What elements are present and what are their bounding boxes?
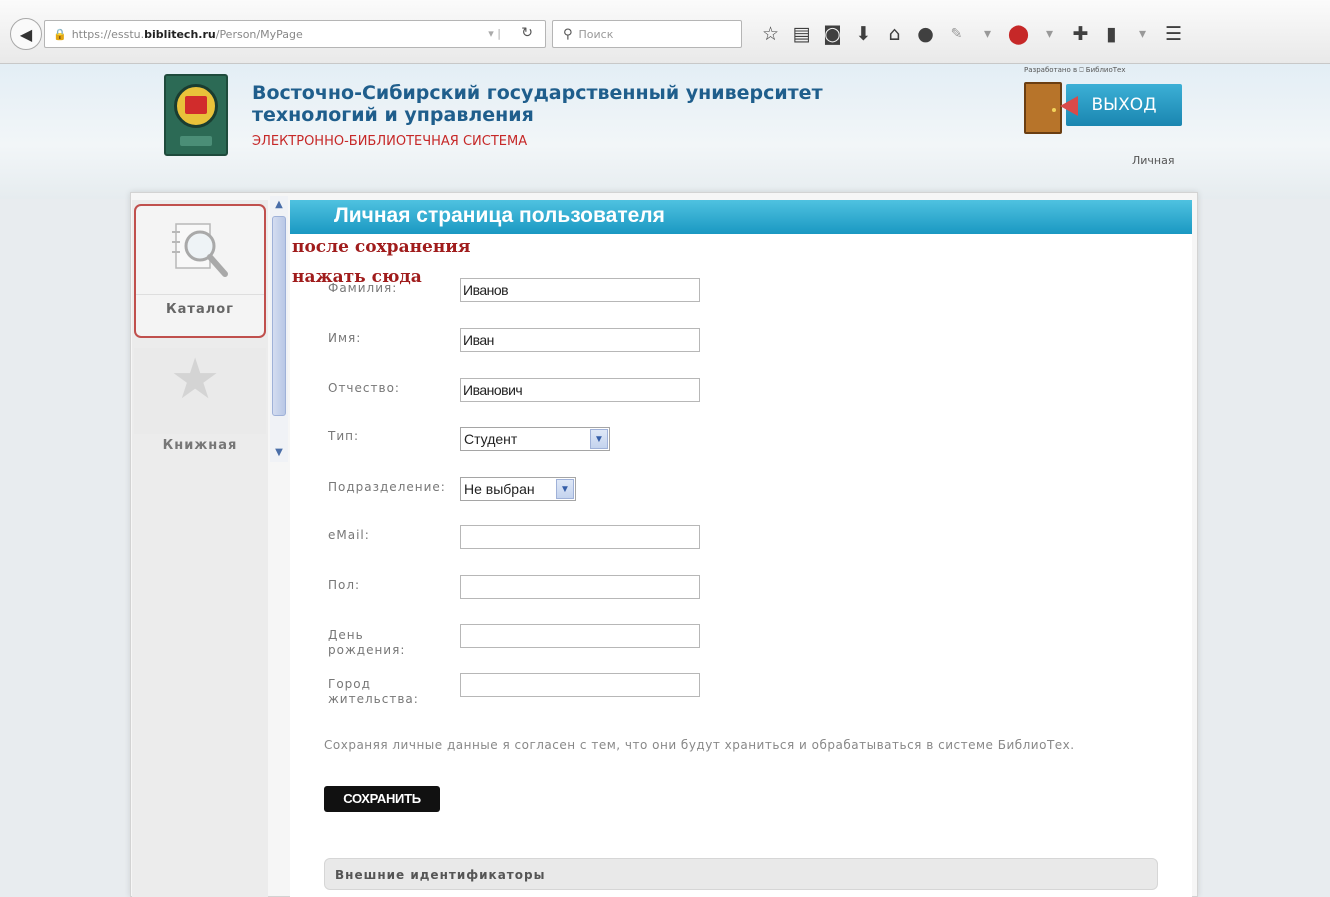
- exit-arrow-icon: [1060, 96, 1078, 116]
- personal-link[interactable]: Личная: [1132, 154, 1174, 167]
- bookmark-star-icon[interactable]: ☆: [755, 23, 786, 45]
- url-host: biblitech.ru: [144, 27, 216, 41]
- url-prefix: https://esstu.: [71, 27, 145, 41]
- sidebar-scrollbar[interactable]: ▲ ▼: [270, 196, 288, 462]
- scroll-down-icon[interactable]: ▼: [272, 446, 286, 460]
- department-select-value: Не выбран: [464, 481, 535, 497]
- note-line-1: после сохранения: [292, 237, 471, 257]
- catalog-search-icon: [172, 223, 228, 277]
- reload-icon[interactable]: ↻: [521, 25, 533, 41]
- city-label: Город жительства:: [328, 677, 419, 707]
- instruction-note: после сохранения нажать сюда: [292, 232, 470, 292]
- adblock-dropdown-icon[interactable]: ▾: [1034, 26, 1065, 42]
- back-arrow-icon: ◀: [19, 24, 33, 44]
- sidebar-item-catalog[interactable]: Каталог: [134, 204, 266, 338]
- adblock-icon[interactable]: ⬤: [1003, 23, 1034, 45]
- extension-icon[interactable]: ✎: [941, 26, 972, 42]
- door-icon: [1024, 82, 1062, 134]
- url-bar[interactable]: 🔒 https://esstu. biblitech.ru/Person/MyPa…: [44, 20, 546, 48]
- extension-dropdown-icon[interactable]: ▾: [972, 26, 1003, 42]
- download-icon[interactable]: ⬇: [848, 23, 879, 45]
- email-field[interactable]: [460, 525, 700, 549]
- pocket-icon[interactable]: ◙: [817, 23, 848, 45]
- browser-toolbar: ◀ 🔒 https://esstu. biblitech.ru/Person/My…: [0, 0, 1330, 64]
- system-name: ЭЛЕКТРОННО-БИБЛИОТЕЧНАЯ СИСТЕМА: [252, 134, 528, 149]
- external-ids-panel[interactable]: Внешние идентификаторы: [324, 858, 1158, 890]
- trash-dropdown-icon[interactable]: ▾: [1127, 26, 1158, 42]
- type-label: Тип:: [328, 429, 360, 443]
- search-placeholder: Поиск: [578, 27, 614, 41]
- type-select-value: Студент: [464, 431, 518, 447]
- city-field[interactable]: [460, 673, 700, 697]
- university-name: Восточно-Сибирский государственный униве…: [252, 82, 823, 126]
- department-label: Подразделение:: [328, 480, 446, 494]
- puzzle-icon[interactable]: ✚: [1065, 23, 1096, 45]
- toolbar-icons: ☆ ▤ ◙ ⬇ ⌂ ● ✎ ▾ ⬤ ▾ ✚ ▮ ▾ ☰: [755, 20, 1189, 48]
- birthday-label-line-1: День: [328, 628, 364, 642]
- url-dropdown-icon[interactable]: ▾ |: [488, 27, 501, 40]
- city-label-line-1: Город: [328, 677, 371, 691]
- home-icon[interactable]: ⌂: [879, 23, 910, 45]
- birthday-label: День рождения:: [328, 628, 405, 658]
- chat-icon[interactable]: ●: [910, 23, 941, 45]
- scroll-thumb[interactable]: [272, 216, 286, 416]
- exit-button[interactable]: ВЫХОД: [1024, 82, 1182, 134]
- exit-label: ВЫХОД: [1066, 84, 1182, 126]
- consent-text: Сохраняя личные данные я согласен с тем,…: [324, 738, 1075, 752]
- patronymic-field[interactable]: Иванович: [460, 378, 700, 402]
- note-line-2: нажать сюда: [292, 267, 422, 287]
- chevron-down-icon: ▼: [556, 479, 574, 499]
- back-button[interactable]: ◀: [10, 18, 42, 50]
- scroll-up-icon[interactable]: ▲: [272, 198, 286, 212]
- sidebar-item-favorites[interactable]: ★: [134, 348, 266, 434]
- city-label-line-2: жительства:: [328, 692, 419, 706]
- page-title: Личная страница пользователя: [290, 200, 1192, 234]
- lock-icon: 🔒: [53, 27, 67, 41]
- name-label: Имя:: [328, 331, 362, 345]
- type-select[interactable]: Студент ▼: [460, 427, 610, 451]
- patronymic-label: Отчество:: [328, 381, 400, 395]
- menu-icon[interactable]: ☰: [1158, 23, 1189, 45]
- gender-label: Пол:: [328, 578, 361, 592]
- sidebar-item-label: Каталог: [166, 302, 234, 317]
- email-label: eMail:: [328, 528, 370, 542]
- name-field[interactable]: Иван: [460, 328, 700, 352]
- birthday-label-line-2: рождения:: [328, 643, 406, 657]
- chevron-down-icon: ▼: [590, 429, 608, 449]
- department-select[interactable]: Не выбран ▼: [460, 477, 576, 501]
- bookmarks-list-icon[interactable]: ▤: [786, 23, 817, 45]
- developer-credit: Разработано в ⎕ БиблиоТех: [1024, 66, 1126, 74]
- surname-field[interactable]: Иванов: [460, 278, 700, 302]
- star-icon: ★: [170, 347, 221, 412]
- save-button[interactable]: СОХРАНИТЬ: [324, 786, 440, 812]
- search-input[interactable]: ⚲ Поиск: [552, 20, 742, 48]
- trash-icon[interactable]: ▮: [1096, 23, 1127, 45]
- university-logo: [164, 74, 228, 156]
- birthday-field[interactable]: [460, 624, 700, 648]
- search-icon: ⚲: [563, 26, 573, 42]
- url-path: /Person/MyPage: [215, 27, 303, 41]
- sidebar-item-book-label[interactable]: Книжная: [134, 438, 266, 462]
- gender-field[interactable]: [460, 575, 700, 599]
